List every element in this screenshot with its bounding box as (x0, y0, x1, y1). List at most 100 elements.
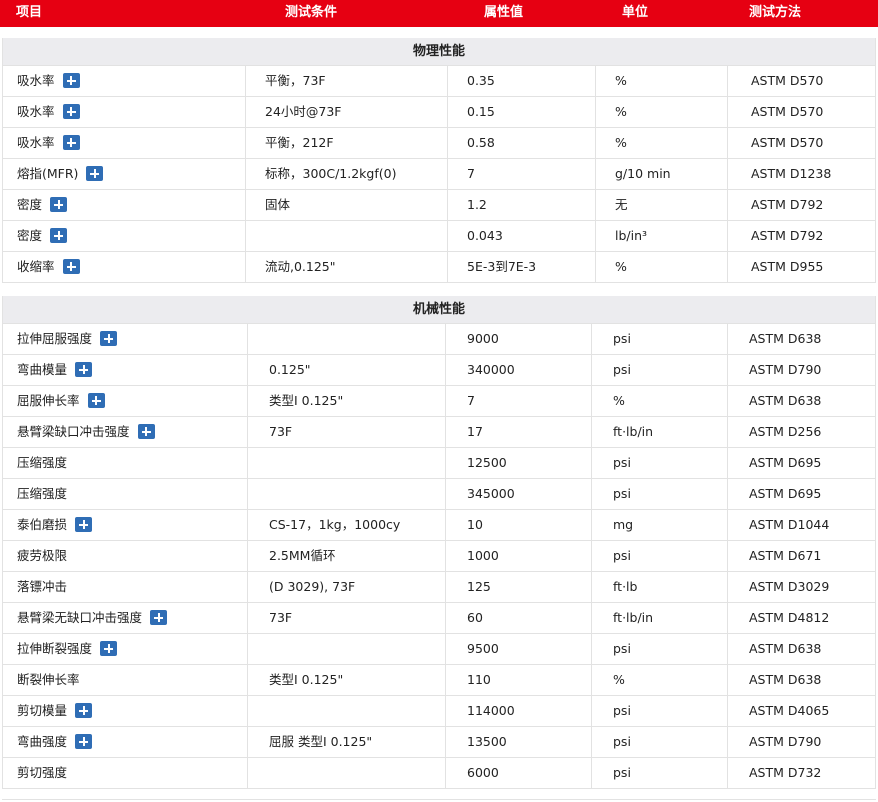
cell-unit-text: % (615, 104, 627, 119)
cell-condition-text: 24小时@73F (265, 104, 342, 119)
cell-value-text: 345000 (467, 486, 515, 501)
cell-item: 落镖冲击 (17, 572, 67, 602)
expand-plus-icon[interactable] (62, 259, 80, 274)
cell-unit-text: psi (613, 486, 631, 501)
expand-plus-icon[interactable] (50, 228, 68, 243)
expand-plus-icon[interactable] (75, 517, 93, 532)
table-header: 项目 测试条件 属性值 单位 测试方法 (0, 0, 878, 27)
column-divider (591, 727, 592, 757)
cell-item: 吸水率 (17, 97, 80, 127)
expand-plus-icon[interactable] (150, 610, 168, 625)
cell-unit: % (615, 97, 627, 127)
column-divider (727, 386, 728, 416)
cell-value-text: 114000 (467, 703, 515, 718)
cell-condition: 流动,0.125" (265, 252, 336, 282)
expand-plus-icon[interactable] (100, 331, 118, 346)
cell-condition-text: (D 3029), 73F (269, 579, 356, 594)
column-divider (727, 324, 728, 354)
column-divider (727, 603, 728, 633)
expand-plus-icon[interactable] (86, 166, 104, 181)
cell-unit: psi (613, 541, 631, 571)
column-divider (727, 727, 728, 757)
column-divider (247, 417, 248, 447)
column-divider (245, 221, 246, 251)
column-divider (247, 324, 248, 354)
column-divider (445, 634, 446, 664)
table-row: 悬臂梁无缺口冲击强度 73F 60 ft·lb/in ASTM D4812 (3, 602, 875, 633)
cell-item-text: 悬臂梁无缺口冲击强度 (17, 610, 143, 625)
cell-unit-text: psi (613, 734, 631, 749)
column-divider (445, 727, 446, 757)
column-divider (447, 190, 448, 220)
column-divider (247, 696, 248, 726)
cell-value: 1.2 (467, 190, 487, 220)
column-divider (595, 252, 596, 282)
column-divider (727, 417, 728, 447)
cell-unit-text: lb/in³ (615, 228, 648, 243)
cell-item-text: 弯曲强度 (17, 734, 68, 749)
expand-plus-icon[interactable] (87, 393, 105, 408)
table-row: 剪切强度 6000 psi ASTM D732 (3, 757, 875, 788)
expand-plus-icon[interactable] (62, 135, 80, 150)
cell-method-text: ASTM D790 (749, 734, 822, 749)
cell-method: ASTM D3029 (749, 572, 829, 602)
expand-plus-icon[interactable] (50, 197, 68, 212)
table-row: 压缩强度 345000 psi ASTM D695 (3, 478, 875, 509)
cell-unit-text: mg (613, 517, 634, 532)
section-title: 物理性能 (3, 38, 875, 65)
column-divider (727, 665, 728, 695)
expand-plus-icon[interactable] (62, 104, 80, 119)
expand-plus-icon[interactable] (75, 703, 93, 718)
cell-unit-text: g/10 min (615, 166, 671, 181)
cell-condition: 73F (269, 417, 292, 447)
column-divider (247, 448, 248, 478)
cell-item-text: 剪切模量 (17, 703, 68, 718)
cell-item-text: 拉伸屈服强度 (17, 331, 93, 346)
table-row: 断裂伸长率 类型I 0.125" 110% ASTM D638 (3, 664, 875, 695)
cell-unit: ft·lb/in (613, 417, 653, 447)
column-divider (445, 355, 446, 385)
expand-plus-icon[interactable] (62, 73, 80, 88)
column-divider (595, 128, 596, 158)
column-divider (591, 758, 592, 788)
header-value: 属性值 (484, 5, 524, 20)
expand-plus-icon[interactable] (75, 734, 93, 749)
column-divider (247, 355, 248, 385)
cell-condition: 24小时@73F (265, 97, 342, 127)
cell-condition: CS-17，1kg，1000cy (269, 510, 400, 540)
cell-item: 密度 (17, 221, 68, 251)
column-divider (245, 97, 246, 127)
column-divider (445, 572, 446, 602)
expand-plus-icon[interactable] (100, 641, 118, 656)
expand-plus-icon[interactable] (75, 362, 93, 377)
column-divider (445, 479, 446, 509)
cell-condition-text: 类型I 0.125" (269, 393, 344, 408)
cell-method-text: ASTM D256 (749, 424, 822, 439)
expand-plus-icon[interactable] (137, 424, 155, 439)
header-condition: 测试条件 (285, 5, 338, 20)
cell-method-text: ASTM D695 (749, 455, 822, 470)
cell-condition-text: 流动,0.125" (265, 259, 336, 274)
cell-condition: 0.125" (269, 355, 311, 385)
cell-item: 泰伯磨损 (17, 510, 93, 540)
table-row: 悬臂梁缺口冲击强度 73F 17 ft·lb/in ASTM D256 (3, 416, 875, 447)
column-divider (445, 386, 446, 416)
cell-value-text: 125 (467, 579, 491, 594)
cell-item-text: 压缩强度 (17, 486, 68, 501)
cell-unit: % (613, 665, 625, 695)
column-divider (727, 190, 728, 220)
cell-item-text: 密度 (17, 197, 43, 212)
column-divider (591, 324, 592, 354)
cell-method: ASTM D792 (751, 221, 823, 251)
header-method: 测试方法 (749, 5, 802, 20)
cell-method: ASTM D792 (751, 190, 823, 220)
cell-method: ASTM D570 (751, 66, 823, 96)
table-row: 弯曲模量 0.125" 340000 psi ASTM D790 (3, 354, 875, 385)
column-divider (727, 128, 728, 158)
cell-method: ASTM D638 (749, 324, 821, 354)
cell-condition-text: 平衡，73F (265, 73, 326, 88)
column-divider (247, 572, 248, 602)
cell-unit: psi (613, 758, 631, 788)
header-item: 项目 (16, 5, 43, 20)
cell-item-text: 剪切强度 (17, 765, 68, 780)
